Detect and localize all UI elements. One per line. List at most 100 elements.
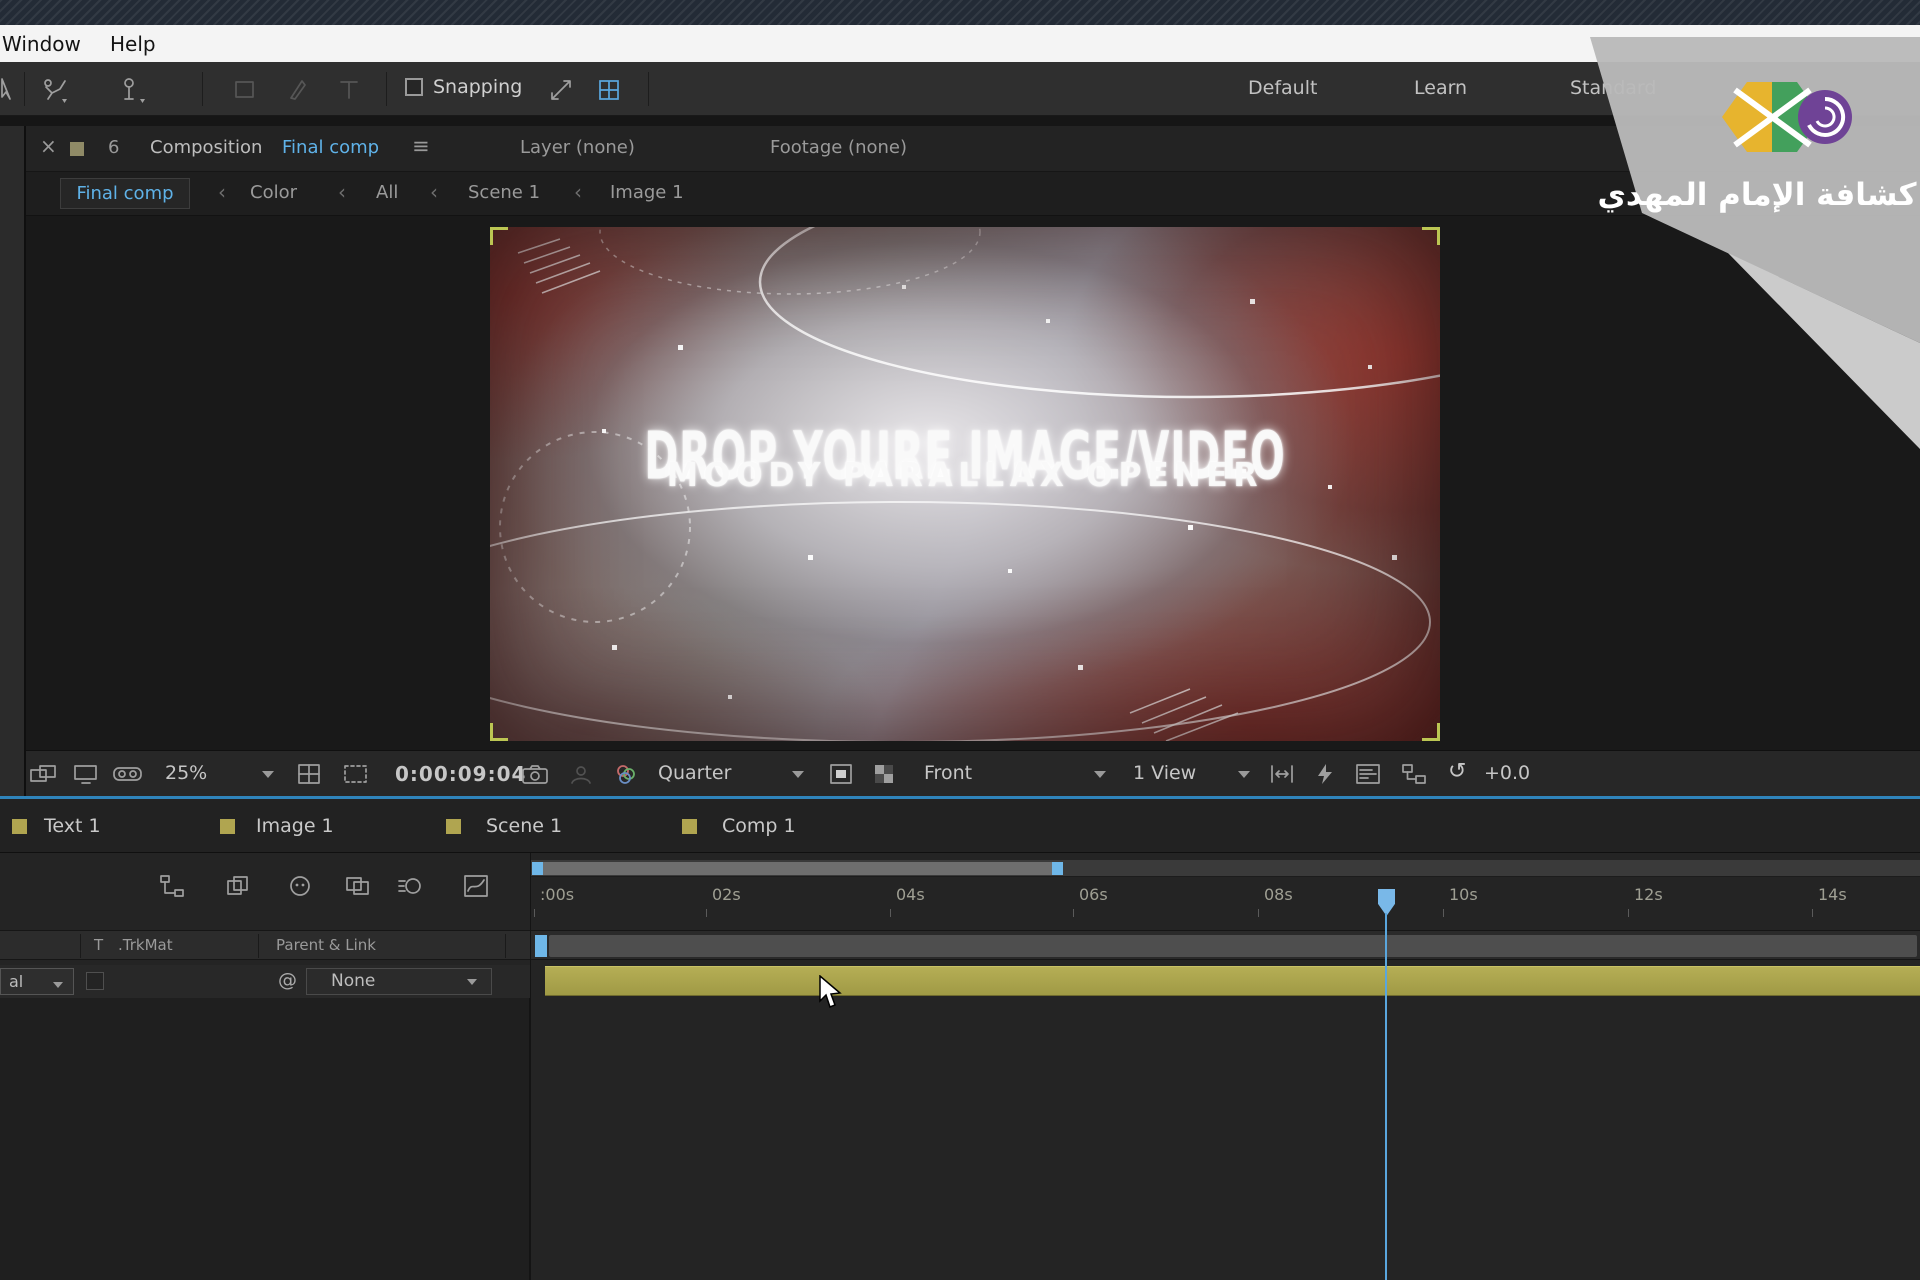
comp-tab-comp-1[interactable]: Comp 1: [722, 815, 796, 837]
exposure-value[interactable]: +0.0: [1484, 762, 1530, 784]
workspace-learn[interactable]: Learn: [1414, 77, 1467, 99]
chevron-down-icon: [53, 982, 63, 988]
layer-handle-bottom-right[interactable]: [1422, 723, 1440, 741]
snapping-label: Snapping: [433, 76, 522, 98]
target-region-icon[interactable]: [828, 762, 856, 786]
blend-mode-select[interactable]: al: [0, 968, 74, 995]
navigator-handle[interactable]: [535, 935, 547, 957]
grid-guides-icon[interactable]: [296, 762, 324, 786]
puppet-pin-tool-icon[interactable]: [116, 77, 146, 103]
column-divider: [505, 934, 506, 958]
column-divider: [258, 934, 259, 958]
tab-composition-name[interactable]: Final comp: [282, 137, 379, 158]
panel-menu-icon[interactable]: ≡: [412, 134, 430, 158]
comp-tab-scene-1[interactable]: Scene 1: [486, 815, 562, 837]
time-navigator[interactable]: [531, 930, 1920, 960]
timeline-panel-divider: [530, 853, 531, 1280]
timeline-panel-icon[interactable]: [1354, 762, 1382, 786]
breadcrumb-all[interactable]: All: [376, 182, 398, 203]
comp-tab-image-1[interactable]: Image 1: [256, 815, 334, 837]
pickwhip-icon[interactable]: @: [278, 969, 297, 991]
close-icon[interactable]: ×: [40, 134, 57, 158]
comp-mini-flowchart-icon[interactable]: [158, 873, 186, 899]
selection-tool-icon[interactable]: [0, 77, 12, 103]
timeline-empty-left: [0, 998, 530, 1280]
zoom-level-select[interactable]: 25%: [165, 762, 207, 784]
layer-handle-top-right[interactable]: [1422, 227, 1440, 245]
comp-tab-text-1[interactable]: Text 1: [44, 815, 101, 837]
camera-view-select[interactable]: Front: [924, 762, 972, 784]
always-preview-icon[interactable]: [28, 762, 60, 786]
chevron-left-icon: ‹: [574, 180, 582, 204]
resolution-select[interactable]: Quarter: [658, 762, 731, 784]
column-t[interactable]: T: [94, 936, 103, 954]
toolbar-separator: [648, 72, 649, 106]
layer-duration-bar[interactable]: [545, 966, 1920, 996]
tab-layer[interactable]: Layer (none): [520, 137, 635, 158]
show-snapshot-icon[interactable]: [568, 762, 596, 786]
snap-options-icon[interactable]: [596, 77, 624, 103]
workspace-default[interactable]: Default: [1248, 77, 1317, 99]
column-divider: [80, 934, 81, 958]
graph-editor-icon[interactable]: [462, 873, 490, 899]
draft-3d-icon[interactable]: [224, 873, 252, 899]
layer-handle-bottom-left[interactable]: [490, 723, 508, 741]
panel-tab-bar: × 6 Composition Final comp ≡ Layer (none…: [0, 126, 1920, 172]
work-area-start-handle[interactable]: [532, 862, 543, 875]
ruler-tick: 12s: [1634, 885, 1663, 904]
chevron-down-icon[interactable]: [1094, 771, 1106, 778]
view-layout-select[interactable]: 1 View: [1133, 762, 1196, 784]
frame-blend-icon[interactable]: [344, 873, 372, 899]
breadcrumb-image-1[interactable]: Image 1: [610, 182, 684, 203]
shy-layers-icon[interactable]: [286, 873, 314, 899]
snapshot-camera-icon[interactable]: [520, 762, 550, 786]
roto-brush-tool-icon[interactable]: [38, 77, 68, 103]
chevron-down-icon[interactable]: [262, 771, 274, 778]
parent-link-select[interactable]: None: [306, 968, 492, 995]
composition-viewport[interactable]: DROP YOURE IMAGE/VIDEO MOODY PARALLAX OP…: [490, 227, 1440, 741]
crosshair-icon[interactable]: [548, 77, 576, 103]
chevron-down-icon[interactable]: [1238, 771, 1250, 778]
flowchart-icon[interactable]: [1400, 762, 1428, 786]
current-time-field[interactable]: 0:00:09:04: [395, 762, 526, 786]
fast-previews-icon[interactable]: [1312, 762, 1338, 786]
breadcrumb-final-comp[interactable]: Final comp: [60, 178, 190, 209]
vr-goggles-icon[interactable]: [112, 762, 144, 786]
menu-window[interactable]: Window: [2, 32, 81, 56]
breadcrumb-scene-1[interactable]: Scene 1: [468, 182, 540, 203]
breadcrumb: Final comp ‹ Color ‹ All ‹ Scene 1 ‹ Ima…: [0, 172, 1920, 216]
chevron-left-icon: ‹: [338, 180, 346, 204]
motion-blur-icon[interactable]: [396, 873, 424, 899]
column-parent-link[interactable]: Parent & Link: [276, 936, 376, 954]
tab-composition-label[interactable]: Composition: [150, 137, 262, 158]
region-of-interest-icon[interactable]: [342, 762, 370, 786]
pen-tool-icon: [284, 77, 310, 103]
work-area-bar[interactable]: [535, 862, 1056, 875]
tab-footage[interactable]: Footage (none): [770, 137, 907, 158]
transparency-grid-icon[interactable]: [872, 762, 898, 786]
primary-monitor-icon[interactable]: [72, 762, 100, 786]
work-area-track[interactable]: [530, 860, 1920, 877]
snapping-toggle[interactable]: Snapping: [405, 76, 522, 98]
breadcrumb-color[interactable]: Color: [250, 182, 297, 203]
menu-help[interactable]: Help: [110, 32, 156, 56]
snapping-checkbox[interactable]: [405, 78, 423, 96]
trkmat-toggle[interactable]: [86, 972, 104, 990]
navigator-bar[interactable]: [549, 935, 1917, 957]
ruler-tick: :00s: [540, 885, 574, 904]
playhead-line: [1385, 913, 1387, 1280]
pixel-aspect-icon[interactable]: [1268, 762, 1296, 786]
tools-toolbar: Snapping Default Learn Standard: [0, 62, 1920, 116]
channels-icon[interactable]: [612, 762, 640, 786]
column-trkmat[interactable]: .TrkMat: [118, 936, 173, 954]
playhead-handle[interactable]: [1378, 889, 1395, 916]
work-area-end-handle[interactable]: [1052, 862, 1063, 875]
comp-tab-color-chip: [446, 819, 461, 834]
ruler-tick: 14s: [1818, 885, 1847, 904]
layer-handle-top-left[interactable]: [490, 227, 508, 245]
chevron-down-icon[interactable]: [792, 771, 804, 778]
shape-tool-icon: [232, 77, 258, 103]
reset-exposure-icon[interactable]: ↺: [1448, 759, 1466, 784]
workspace-standard[interactable]: Standard: [1570, 77, 1656, 99]
after-effects-window: Window Help Snapping: [0, 0, 1920, 1280]
